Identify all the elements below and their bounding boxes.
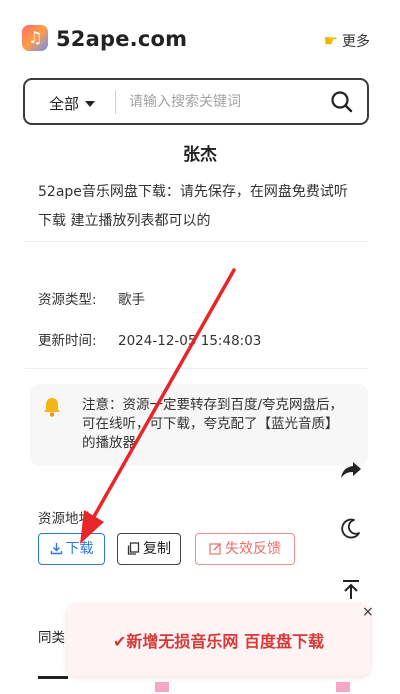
tag-marker [336, 682, 350, 692]
music-note-icon[interactable]: ♫ [22, 25, 48, 51]
feedback-label: 失效反馈 [225, 541, 281, 557]
tab-active-indicator [38, 676, 68, 679]
more-button[interactable]: ☛ 更多 [324, 31, 370, 51]
share-button[interactable] [336, 454, 366, 484]
search-scope-select[interactable]: 全部 [49, 93, 96, 114]
divider [25, 241, 368, 242]
updated-time-label: 更新时间: [38, 333, 97, 349]
edit-icon [209, 543, 221, 555]
notice-box: 注意：资源一定要转存到百度/夸克网盘后，可在线听，可下载，夸克配了【蓝光音质】的… [30, 384, 368, 466]
floating-toolbar [326, 440, 374, 616]
theme-toggle-button[interactable] [336, 513, 366, 543]
tab-similar[interactable]: 同类 [38, 626, 65, 646]
caret-down-icon [85, 101, 96, 107]
back-to-top-button[interactable] [336, 575, 366, 605]
more-label: 更多 [342, 34, 370, 50]
divider [25, 368, 368, 369]
site-brand[interactable]: 52ape.com [56, 27, 187, 51]
copy-label: 复制 [143, 541, 171, 557]
close-icon[interactable]: × [362, 604, 374, 620]
bell-icon [42, 396, 62, 422]
updated-time-value: 2024-12-05 15:48:03 [118, 333, 262, 349]
updated-time-row: 更新时间: 2024-12-05 15:48:03 [38, 329, 261, 349]
search-scope-label: 全部 [49, 95, 80, 113]
notice-text: 注意：资源一定要转存到百度/夸克网盘后，可在线听，可下载，夸克配了【蓝光音质】的… [82, 397, 344, 451]
magnifier-icon [331, 91, 353, 113]
search-bar: 全部 [23, 78, 369, 125]
copy-icon [127, 542, 140, 555]
search-input[interactable] [129, 88, 309, 116]
resource-address-label: 资源地址 [38, 511, 92, 527]
tag-marker [155, 682, 169, 692]
resource-description: 52ape音乐网盘下载：请先保存，在网盘免费试听 下载 建立播放列表都可以的 [38, 184, 348, 229]
copy-button[interactable]: 复制 [117, 533, 181, 565]
download-button[interactable]: 下载 [38, 533, 105, 565]
moon-icon [341, 518, 360, 539]
resource-type-label: 资源类型: [38, 292, 97, 308]
search-divider [115, 90, 116, 114]
resource-type-row: 资源类型: 歌手 [38, 288, 145, 308]
promo-banner[interactable]: ✔新增无损音乐网 百度盘下载 [67, 604, 370, 676]
share-icon [341, 462, 361, 478]
download-icon [50, 543, 62, 555]
page-title: 张杰 [183, 145, 217, 165]
promo-banner-text: ✔新增无损音乐网 百度盘下载 [113, 632, 324, 651]
download-label: 下载 [65, 541, 94, 557]
search-button[interactable] [329, 89, 355, 115]
feedback-button[interactable]: 失效反馈 [195, 533, 295, 565]
top-bar: ♫ 52ape.com ☛ 更多 [0, 0, 400, 76]
back-to-top-icon [343, 580, 359, 599]
pointing-hand-icon: ☛ [323, 31, 338, 50]
resource-type-value: 歌手 [118, 292, 145, 308]
